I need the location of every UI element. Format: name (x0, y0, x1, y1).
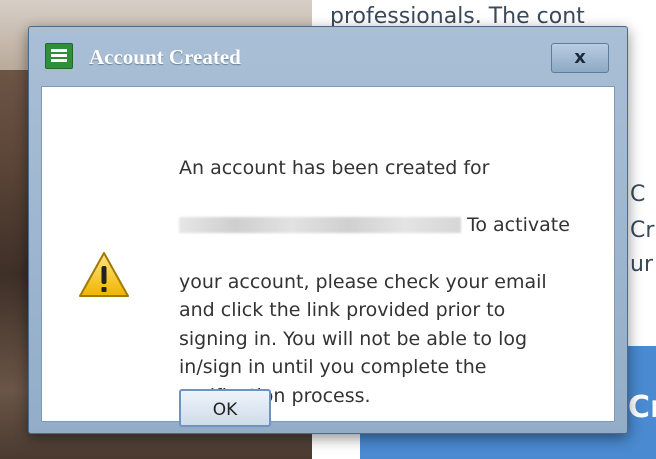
account-created-dialog: Account Created x An account has been cr… (28, 26, 628, 434)
dialog-content: An account has been created for To activ… (41, 86, 615, 427)
message-line-2: To activate (179, 211, 599, 240)
dialog-list-icon (45, 43, 73, 69)
close-button[interactable]: x (551, 43, 609, 73)
message-line-1: An account has been created for (179, 156, 490, 179)
background-line-5: ur (630, 252, 653, 277)
ok-button[interactable]: OK (179, 389, 271, 427)
warning-icon (79, 252, 129, 297)
redacted-email (179, 217, 461, 233)
close-icon: x (574, 47, 586, 68)
background-panel-text: Cr (628, 390, 656, 425)
background-line-3: C (630, 182, 646, 207)
background-line-4: Cr (630, 218, 655, 243)
screen: professionals. The cont tm C Cr ur Cr Ac… (0, 0, 656, 459)
message-after-email: To activate (467, 213, 570, 236)
dialog-title: Account Created (89, 45, 241, 69)
dialog-titlebar[interactable]: Account Created x (29, 27, 627, 85)
